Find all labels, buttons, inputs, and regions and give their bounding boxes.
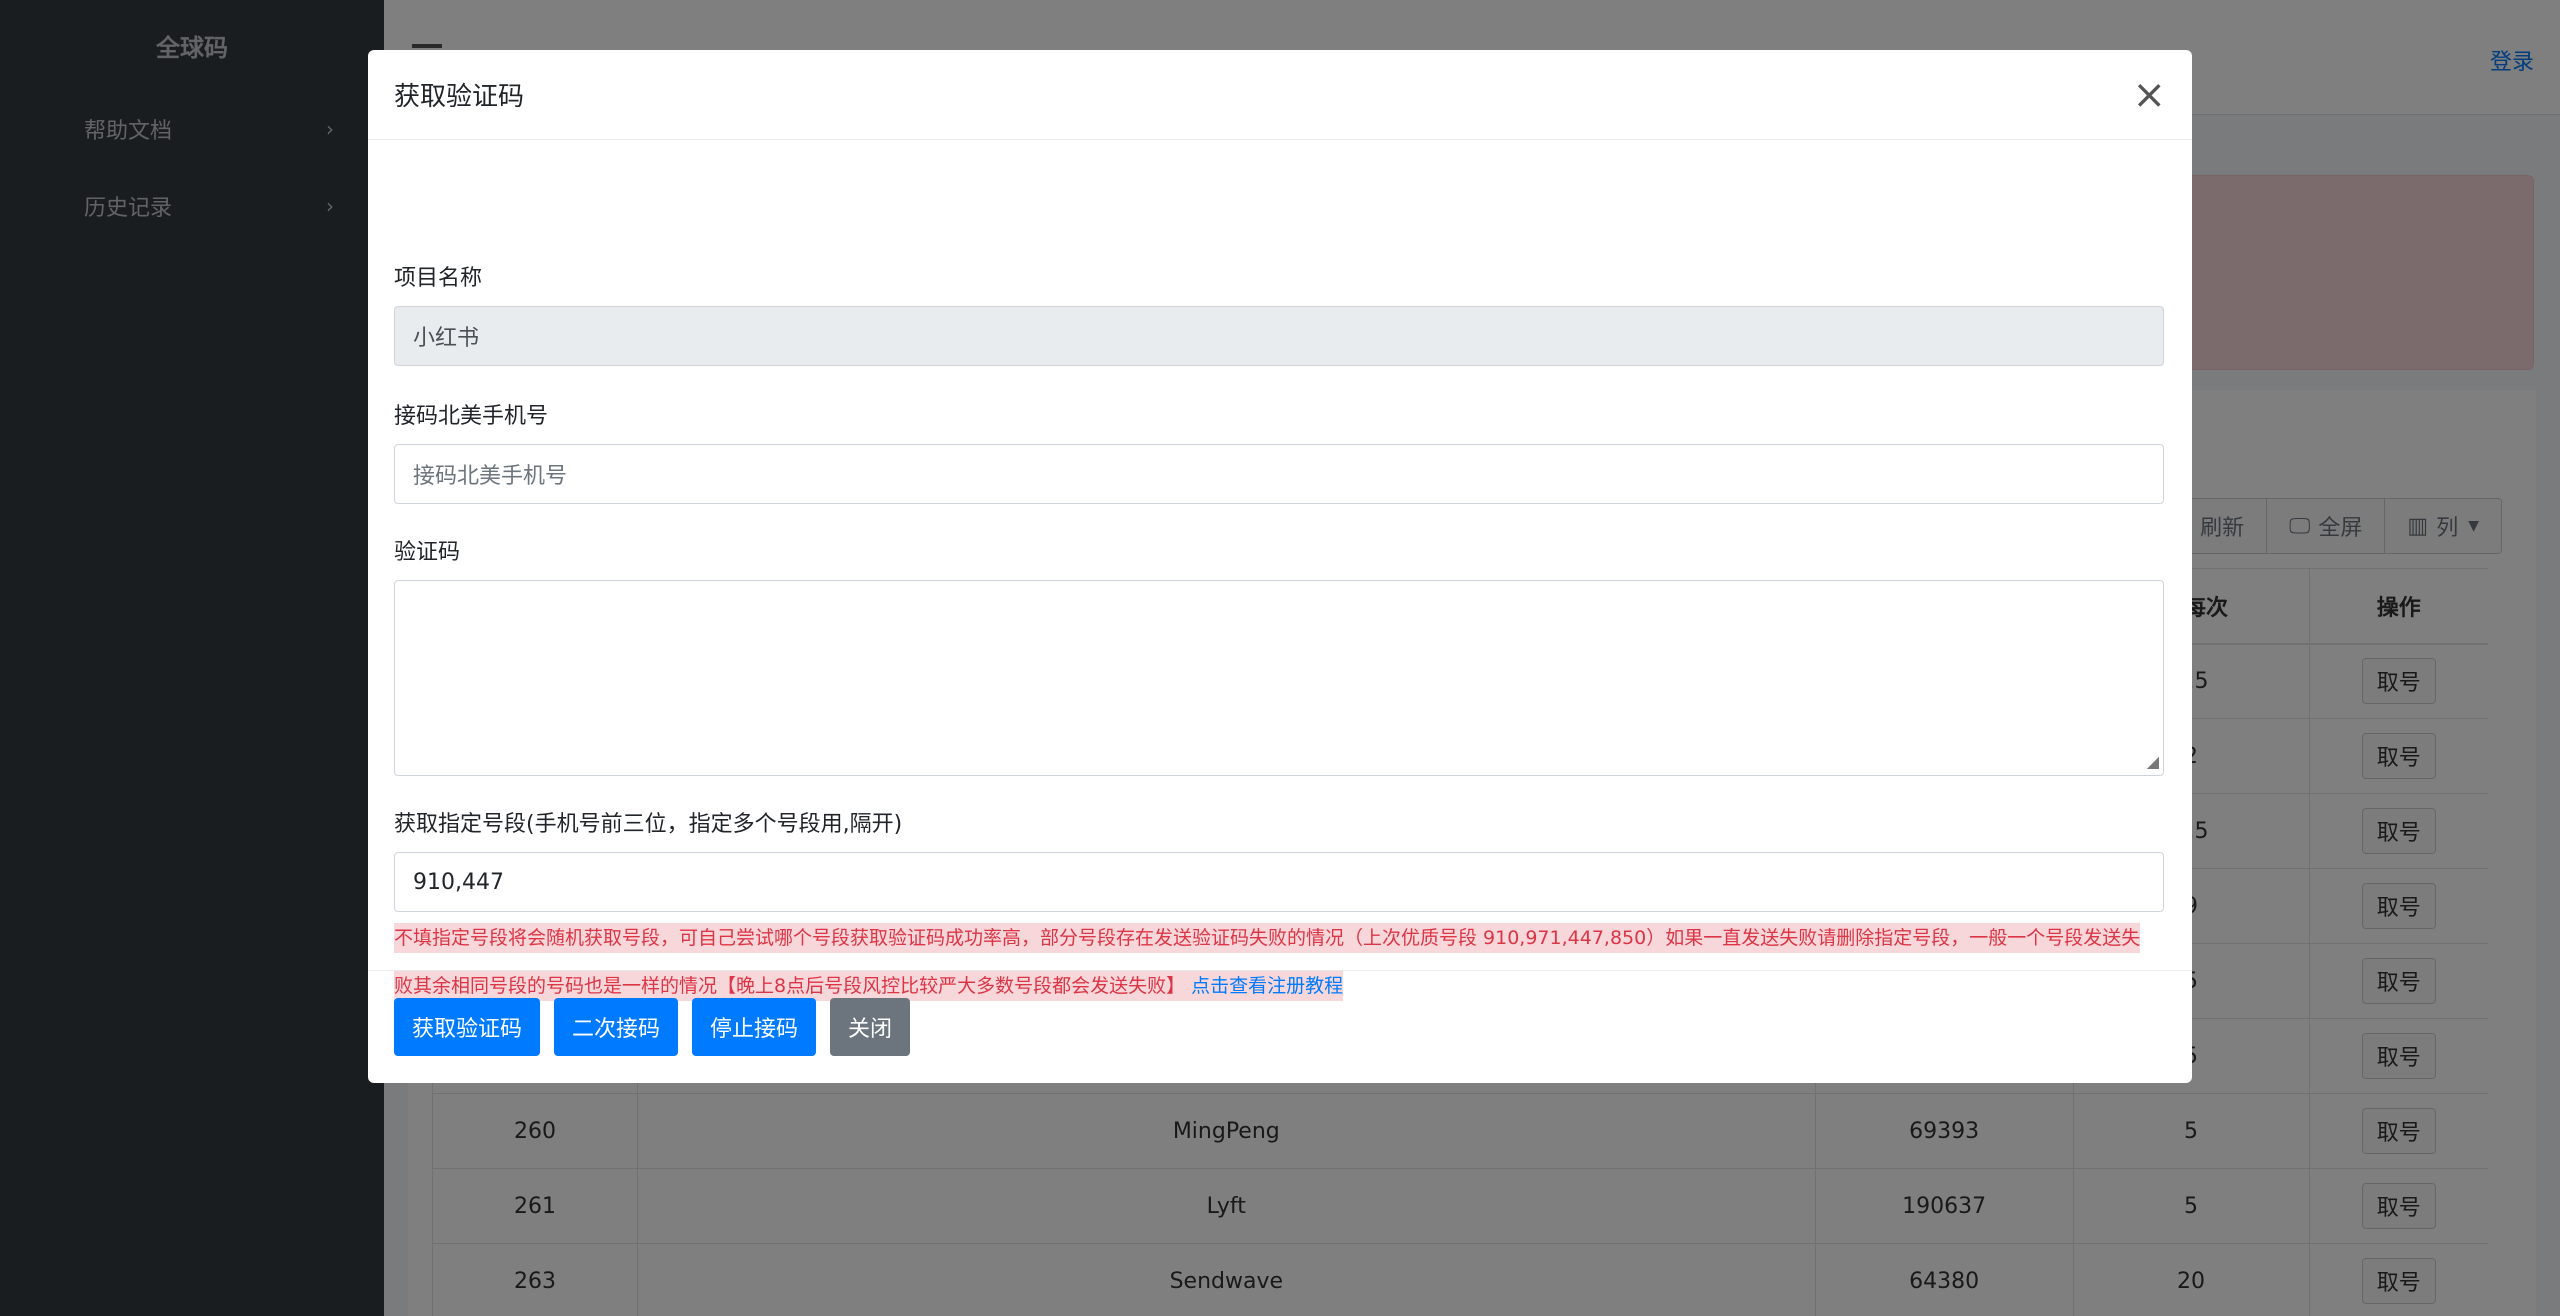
modal-title: 获取验证码 xyxy=(394,82,525,112)
verification-code-label: 验证码 xyxy=(394,540,461,565)
modal-header: 获取验证码 × xyxy=(368,50,2192,140)
number-prefix-input[interactable]: 910,447 xyxy=(394,852,2164,912)
stop-receive-button[interactable]: 停止接码 xyxy=(692,998,817,1056)
resize-handle-icon[interactable]: ◢ xyxy=(2147,752,2159,771)
verification-code-textarea[interactable]: ◢ xyxy=(394,580,2164,776)
number-prefix-label: 获取指定号段(手机号前三位，指定多个号段用,隔开) xyxy=(394,812,903,837)
second-receive-button[interactable]: 二次接码 xyxy=(554,998,679,1056)
phone-number-input[interactable]: 接码北美手机号 xyxy=(394,444,2164,504)
close-button[interactable]: 关闭 xyxy=(830,998,911,1056)
modal-footer: 获取验证码 二次接码 停止接码 关闭 xyxy=(368,970,2192,1083)
get-code-button[interactable]: 获取验证码 xyxy=(394,998,541,1056)
get-code-modal: 获取验证码 × 项目名称 小红书 接码北美手机号 接码北美手机号 验证码 ◢ 获… xyxy=(368,50,2192,1083)
close-icon[interactable]: × xyxy=(2132,75,2166,115)
project-name-label: 项目名称 xyxy=(394,266,483,291)
project-name-field[interactable]: 小红书 xyxy=(394,306,2164,366)
phone-number-label: 接码北美手机号 xyxy=(394,404,549,429)
